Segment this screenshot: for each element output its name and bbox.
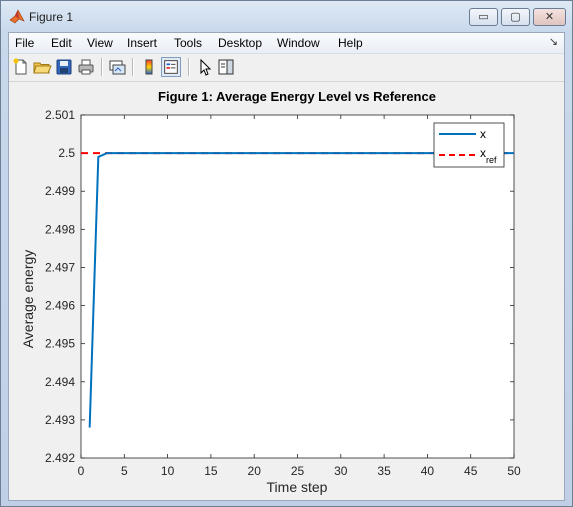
- legend-label-x: x: [480, 127, 486, 141]
- menu-desktop[interactable]: Desktop: [218, 36, 262, 50]
- x-tick-label: 15: [204, 464, 218, 478]
- y-tick-label: 2.496: [45, 299, 75, 313]
- link-plot-icon[interactable]: [107, 57, 127, 77]
- x-tick-label: 45: [464, 464, 478, 478]
- legend-icon[interactable]: [161, 57, 181, 77]
- close-button[interactable]: ✕: [533, 8, 566, 26]
- property-editor-icon[interactable]: [216, 57, 236, 77]
- y-tick-label: 2.497: [45, 260, 75, 274]
- toolbar-separator: [101, 58, 103, 76]
- y-tick-label: 2.492: [45, 451, 75, 465]
- maximize-button[interactable]: ▢: [501, 8, 530, 26]
- menu-view[interactable]: View: [87, 36, 113, 50]
- x-tick-label: 25: [291, 464, 305, 478]
- y-tick-label: 2.499: [45, 184, 75, 198]
- save-icon[interactable]: [54, 57, 74, 77]
- y-tick-label: 2.495: [45, 337, 75, 351]
- menu-file[interactable]: File: [15, 36, 34, 50]
- figure-canvas: Figure 1: Average Energy Level vs Refere…: [9, 82, 564, 500]
- x-tick-label: 20: [248, 464, 262, 478]
- pointer-icon[interactable]: [195, 57, 215, 77]
- x-tick-label: 40: [421, 464, 435, 478]
- x-tick-label: 0: [78, 464, 85, 478]
- menu-window[interactable]: Window: [277, 36, 320, 50]
- new-figure-icon[interactable]: [11, 57, 31, 77]
- menu-help[interactable]: Help: [338, 36, 363, 50]
- x-tick-label: 5: [121, 464, 128, 478]
- y-tick-label: 2.498: [45, 222, 75, 236]
- menu-insert[interactable]: Insert: [127, 36, 157, 50]
- minimize-button[interactable]: ▭: [469, 8, 498, 26]
- legend-box[interactable]: x xref: [433, 122, 505, 168]
- chart-title: Figure 1: Average Energy Level vs Refere…: [158, 89, 436, 104]
- x-tick-label: 10: [161, 464, 175, 478]
- x-axis-label: Time step: [267, 479, 328, 495]
- menu-tools[interactable]: Tools: [174, 36, 202, 50]
- y-tick-label: 2.5: [58, 146, 75, 160]
- print-icon[interactable]: [76, 57, 96, 77]
- menu-edit[interactable]: Edit: [51, 36, 72, 50]
- open-file-icon[interactable]: [32, 57, 52, 77]
- window-title: Figure 1: [29, 10, 74, 24]
- figure-client-area: File Edit View Insert Tools Desktop Wind…: [8, 32, 565, 501]
- menu-bar: File Edit View Insert Tools Desktop Wind…: [9, 33, 564, 54]
- toolbar-separator: [132, 58, 134, 76]
- x-tick-label: 35: [377, 464, 391, 478]
- plot-svg[interactable]: Figure 1: Average Energy Level vs Refere…: [9, 82, 564, 500]
- x-tick-label: 30: [334, 464, 348, 478]
- colorbar-icon[interactable]: [139, 57, 159, 77]
- y-tick-label: 2.501: [45, 108, 75, 122]
- y-tick-label: 2.493: [45, 413, 75, 427]
- title-bar[interactable]: Figure 1 ▭ ▢ ✕: [1, 1, 572, 32]
- y-axis-label: Average energy: [20, 250, 36, 349]
- y-tick-label: 2.494: [45, 375, 75, 389]
- dock-arrow-icon[interactable]: ↘: [549, 35, 558, 48]
- figure-window: Figure 1 ▭ ▢ ✕ File Edit View Insert Too…: [0, 0, 573, 507]
- matlab-logo-icon: [9, 9, 25, 24]
- toolbar: [9, 54, 564, 82]
- x-tick-label: 50: [507, 464, 521, 478]
- toolbar-separator: [188, 58, 190, 76]
